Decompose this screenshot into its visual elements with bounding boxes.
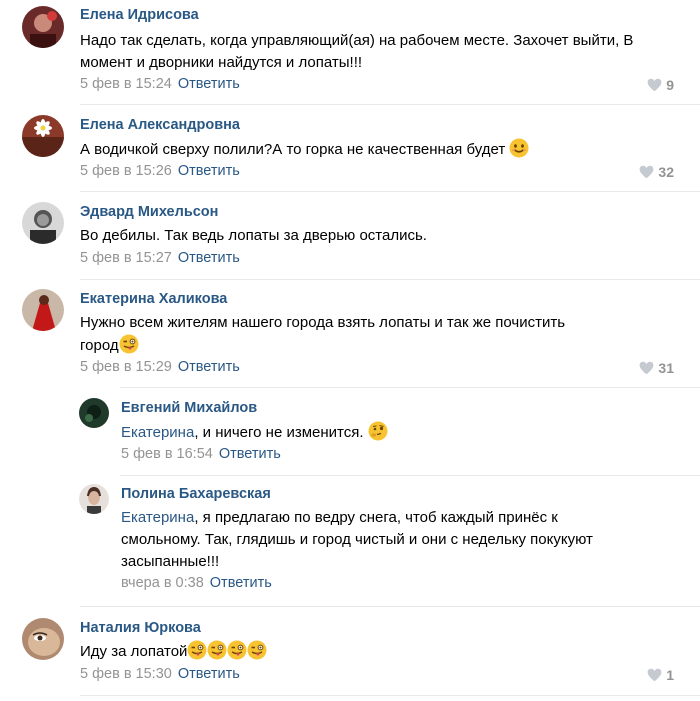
heart-icon	[640, 165, 654, 179]
reply-time[interactable]: 5 фев в 16:54	[121, 446, 213, 462]
avatar[interactable]	[22, 115, 64, 157]
like-count: 9	[666, 77, 674, 93]
reply-time[interactable]: вчера в 0:38	[121, 575, 204, 591]
like-count: 1	[666, 667, 674, 683]
reply-text: Екатерина, я предлагаю по ведру снега, ч…	[121, 507, 681, 573]
avatar[interactable]	[22, 202, 64, 244]
comment-author[interactable]: Эдвард Михельсон	[80, 204, 218, 220]
reply-button[interactable]: Ответить	[219, 446, 281, 462]
divider	[120, 387, 700, 388]
comment-text-content: Иду за лопатой	[80, 643, 188, 660]
avatar[interactable]	[22, 6, 64, 48]
reply-author[interactable]: Полина Бахаревская	[121, 486, 271, 502]
reply-text: Екатерина, и ничего не изменится.	[121, 421, 661, 444]
comment-text-line: Нужно всем жителям нашего города взять л…	[80, 314, 566, 331]
winking-tongue-emoji	[207, 640, 227, 660]
comment-text: Нужно всем жителям нашего города взять л…	[80, 312, 670, 357]
comment-author[interactable]: Наталия Юркова	[80, 620, 201, 636]
comment-meta: 5 фев в 15:24 Ответить	[80, 76, 240, 92]
reply-button[interactable]: Ответить	[178, 666, 240, 682]
divider	[80, 279, 700, 280]
avatar[interactable]	[22, 289, 64, 331]
comment-text-content: А водичкой сверху полили?А то горка не к…	[80, 141, 506, 158]
comment-author[interactable]: Елена Идрисова	[80, 7, 199, 23]
divider	[80, 606, 700, 607]
smile-emoji	[509, 138, 529, 158]
avatar[interactable]	[79, 398, 109, 428]
winking-tongue-emoji	[247, 640, 267, 660]
reply-button[interactable]: Ответить	[210, 575, 272, 591]
winking-tongue-emoji	[227, 640, 247, 660]
comment-time[interactable]: 5 фев в 15:24	[80, 76, 172, 92]
reply-button[interactable]: Ответить	[178, 359, 240, 375]
comment-meta: 5 фев в 15:27 Ответить	[80, 250, 240, 266]
divider	[80, 104, 700, 105]
divider	[80, 695, 700, 696]
divider	[80, 191, 700, 192]
mention-link[interactable]: Екатерина	[121, 509, 194, 526]
reply-button[interactable]: Ответить	[178, 76, 240, 92]
divider	[120, 475, 700, 476]
reply-button[interactable]: Ответить	[178, 250, 240, 266]
thinking-emoji	[368, 421, 388, 441]
like-count: 31	[658, 360, 674, 376]
comment-text: Надо так сделать, когда управляющий(ая) …	[80, 32, 634, 71]
comment-time[interactable]: 5 фев в 15:29	[80, 359, 172, 375]
comment-meta: 5 фев в 15:29 Ответить	[80, 359, 240, 375]
comment-text: Иду за лопатой	[80, 640, 660, 663]
comment-text: Во дебилы. Так ведь лопаты за дверью ост…	[80, 227, 427, 244]
reply-author[interactable]: Евгений Михайлов	[121, 400, 257, 416]
winking-tongue-emoji	[119, 334, 139, 354]
reply-text-content: , и ничего не изменится.	[194, 424, 364, 441]
winking-tongue-emoji	[187, 640, 207, 660]
like-button[interactable]: 1	[647, 667, 674, 683]
comment-text: А водичкой сверху полили?А то горка не к…	[80, 138, 660, 161]
reply-meta: вчера в 0:38 Ответить	[121, 575, 272, 591]
comment-time[interactable]: 5 фев в 15:27	[80, 250, 172, 266]
comment-author[interactable]: Елена Александровна	[80, 117, 240, 133]
reply-text-line: , я предлагаю по ведру снега, чтоб кажды…	[194, 509, 558, 526]
avatar[interactable]	[22, 618, 64, 660]
like-button[interactable]: 9	[647, 77, 674, 93]
heart-icon	[640, 361, 654, 375]
avatar[interactable]	[79, 484, 109, 514]
like-count: 32	[658, 164, 674, 180]
like-button[interactable]: 31	[639, 360, 674, 376]
reply-button[interactable]: Ответить	[178, 163, 240, 179]
comment-meta: 5 фев в 15:30 Ответить	[80, 666, 240, 682]
reply-meta: 5 фев в 16:54 Ответить	[121, 446, 281, 462]
comment-meta: 5 фев в 15:26 Ответить	[80, 163, 240, 179]
reply-text-line: смольному. Так, глядишь и город чистый и…	[121, 531, 593, 548]
heart-icon	[647, 78, 662, 92]
comment-author[interactable]: Екатерина Халикова	[80, 291, 227, 307]
like-button[interactable]: 32	[639, 164, 674, 180]
heart-icon	[647, 668, 662, 682]
comment-text-line: город	[80, 337, 119, 354]
reply-text-line: засыпанные!!!	[121, 553, 220, 570]
comment-time[interactable]: 5 фев в 15:30	[80, 666, 172, 682]
comment-time[interactable]: 5 фев в 15:26	[80, 163, 172, 179]
mention-link[interactable]: Екатерина	[121, 424, 194, 441]
